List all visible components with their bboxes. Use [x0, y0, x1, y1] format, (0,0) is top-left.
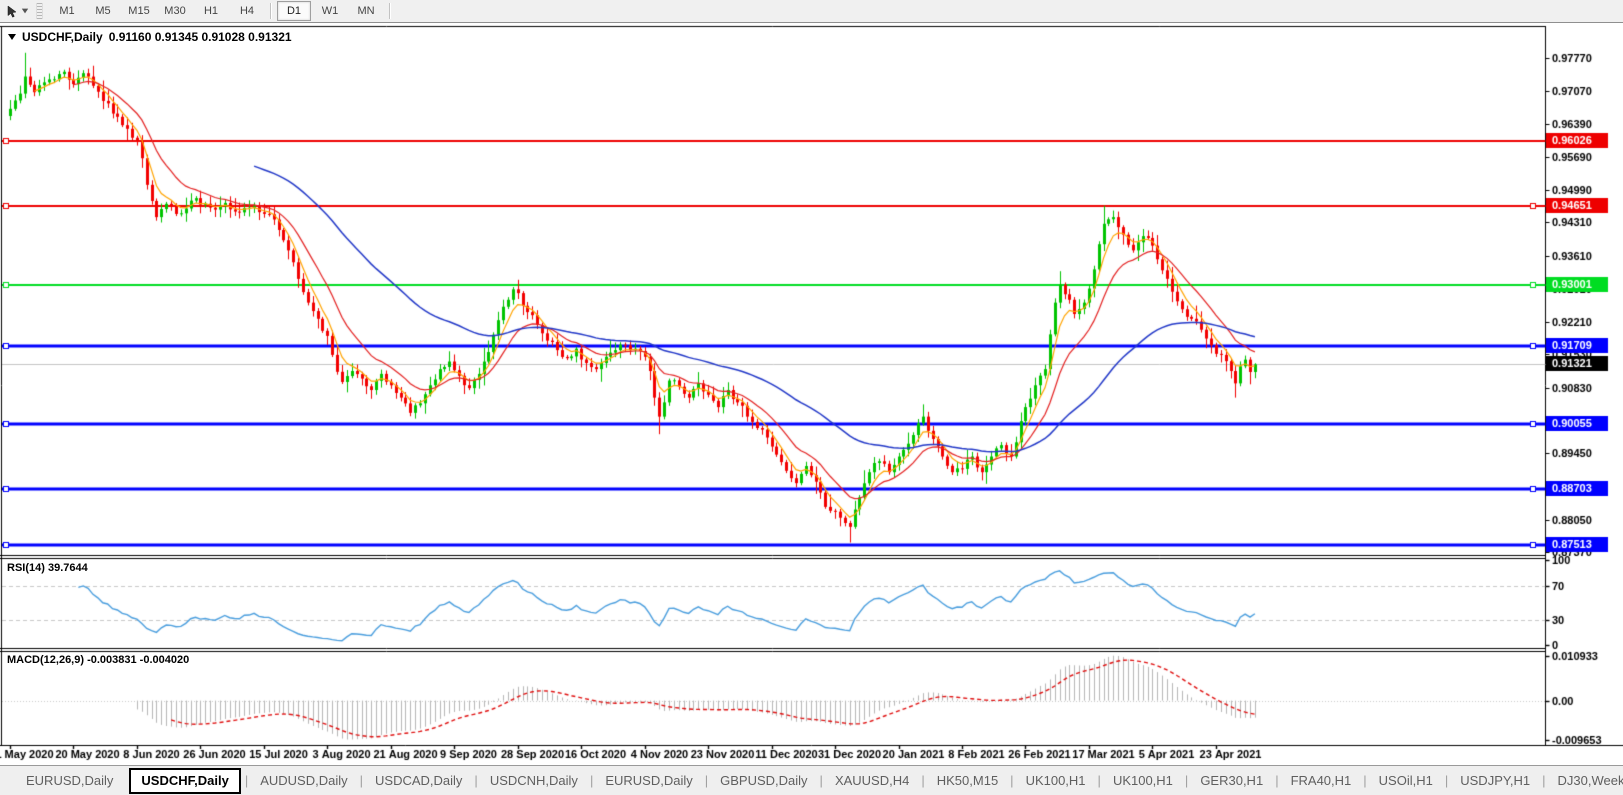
chart-window: USDCHF,Daily 0.91160 0.91345 0.91028 0.9…: [0, 24, 1623, 765]
timeframe-button-m30[interactable]: M30: [158, 1, 192, 21]
timeframe-button-h1[interactable]: H1: [194, 1, 228, 21]
timeframe-button-m1[interactable]: M1: [50, 1, 84, 21]
toolbar-separator: [270, 3, 271, 19]
chart-tab-eurusd-daily[interactable]: EURUSD,Daily: [14, 766, 125, 795]
timeframe-toolbar: M1 M5 M15 M30 H1 H4 D1 W1 MN: [0, 0, 1623, 23]
chart-tab-uk100-h1[interactable]: UK100,H1: [1101, 766, 1185, 795]
chart-tab-audusd-daily[interactable]: AUDUSD,Daily: [248, 766, 359, 795]
chart-tab-hk50-m15[interactable]: HK50,M15: [925, 766, 1010, 795]
price-chart-canvas[interactable]: [0, 24, 1623, 765]
chart-tab-ger30-h1[interactable]: GER30,H1: [1188, 766, 1275, 795]
timeframe-button-m15[interactable]: M15: [122, 1, 156, 21]
toolbar-separator: [389, 3, 390, 19]
chart-tab-usdjpy-h1[interactable]: USDJPY,H1: [1448, 766, 1542, 795]
timeframe-button-mn[interactable]: MN: [349, 1, 383, 21]
chart-tab-gbpusd-daily[interactable]: GBPUSD,Daily: [708, 766, 819, 795]
cursor-icon: [7, 5, 17, 18]
timeframe-button-m5[interactable]: M5: [86, 1, 120, 21]
chart-tab-dj30-weekly[interactable]: DJ30,Weekly: [1545, 766, 1623, 795]
chart-tab-usoil-h1[interactable]: USOil,H1: [1367, 766, 1445, 795]
timeframe-button-w1[interactable]: W1: [313, 1, 347, 21]
chart-tab-uk100-h1[interactable]: UK100,H1: [1014, 766, 1098, 795]
chart-tab-usdcnh-daily[interactable]: USDCNH,Daily: [478, 766, 590, 795]
timeframe-button-d1[interactable]: D1: [277, 1, 311, 21]
chart-tab-eurusd-daily[interactable]: EURUSD,Daily: [593, 766, 704, 795]
chart-tabs-bar: EURUSD,Daily USDCHF,Daily | AUDUSD,Daily | US…: [0, 765, 1623, 795]
chart-tab-xauusd-h4[interactable]: XAUUSD,H4: [823, 766, 921, 795]
timeframe-button-h4[interactable]: H4: [230, 1, 264, 21]
trading-terminal-window: { "toolbar": { "timeframes": ["M1","M5",…: [0, 0, 1623, 795]
chart-tab-usdcad-daily[interactable]: USDCAD,Daily: [363, 766, 474, 795]
toolbar-grip[interactable]: [36, 3, 43, 19]
cursor-tool-dropdown-icon[interactable]: [21, 8, 28, 14]
cursor-tool-button[interactable]: [2, 2, 32, 20]
chart-tab-usdchf-daily[interactable]: USDCHF,Daily: [129, 767, 241, 794]
chart-tab-fra40-h1[interactable]: FRA40,H1: [1279, 766, 1364, 795]
